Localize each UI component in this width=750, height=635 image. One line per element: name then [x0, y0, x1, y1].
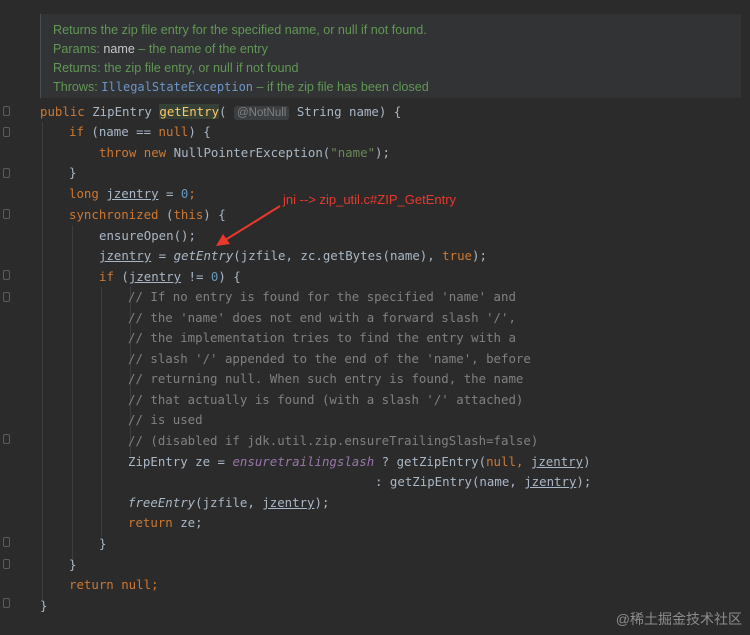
- code-line: }: [69, 165, 77, 180]
- comment-line: // If no entry is found for the specifie…: [128, 289, 516, 304]
- comment-line: // (disabled if jdk.util.zip.ensureTrail…: [128, 433, 539, 448]
- code-line: }: [69, 557, 77, 572]
- watermark: @稀土掘金技术社区: [615, 611, 742, 627]
- method-name: getEntry: [159, 104, 220, 119]
- comment-line: // the 'name' does not end with a forwar…: [128, 310, 516, 325]
- code-line: if (jzentry != 0) {: [99, 269, 241, 284]
- doc-summary: Returns the zip file entry for the speci…: [53, 23, 427, 37]
- fold-marker-icon[interactable]: [3, 127, 10, 137]
- fold-marker-icon[interactable]: [3, 598, 10, 608]
- code-line: freeEntry(jzfile, jzentry);: [128, 495, 330, 510]
- fold-marker-icon[interactable]: [3, 209, 10, 219]
- code-line: }: [40, 598, 48, 613]
- doc-throws: Throws: IllegalStateException – if the z…: [53, 80, 429, 94]
- fold-marker-icon[interactable]: [3, 270, 10, 280]
- code-line: return ze;: [128, 515, 203, 530]
- comment-line: // that actually is found (with a slash …: [128, 392, 524, 407]
- code-line: return null;: [69, 577, 159, 592]
- indent-guide: [42, 122, 43, 600]
- code-line: ensureOpen();: [99, 228, 196, 243]
- comment-line: // slash '/' appended to the end of the …: [128, 351, 531, 366]
- comment-line: // the implementation tries to find the …: [128, 330, 516, 345]
- editor-gutter: [0, 0, 16, 635]
- fold-marker-icon[interactable]: [3, 168, 10, 178]
- code-line: public ZipEntry getEntry( @NotNull Strin…: [40, 104, 402, 120]
- code-line: }: [99, 536, 107, 551]
- comment-line: // returning null. When such entry is fo…: [128, 371, 524, 386]
- code-line: synchronized (this) {: [69, 207, 226, 222]
- jni-annotation: jni --> zip_util.c#ZIP_GetEntry: [283, 192, 457, 207]
- fold-marker-icon[interactable]: [3, 106, 10, 116]
- code-line: : getZipEntry(name, jzentry);: [375, 474, 592, 489]
- indent-guide: [101, 287, 102, 537]
- code-line: if (name == null) {: [69, 124, 211, 139]
- code-line: jzentry = getEntry(jzfile, zc.getBytes(n…: [99, 248, 487, 263]
- fold-marker-icon[interactable]: [3, 434, 10, 444]
- notnull-hint: @NotNull: [233, 106, 290, 120]
- fold-marker-icon[interactable]: [3, 537, 10, 547]
- exception-link[interactable]: IllegalStateException: [101, 80, 253, 94]
- code-line: throw new NullPointerException("name");: [99, 145, 390, 160]
- doc-returns: Returns: the zip file entry, or null if …: [53, 61, 299, 75]
- fold-marker-icon[interactable]: [3, 292, 10, 302]
- comment-line: // is used: [128, 412, 203, 427]
- annotation-arrow-icon: [216, 205, 281, 246]
- doc-params: Params: name – the name of the entry: [53, 42, 268, 56]
- code-line: long jzentry = 0;: [69, 186, 196, 201]
- indent-guide: [72, 225, 73, 565]
- code-editor[interactable]: Returns the zip file entry for the speci…: [0, 0, 750, 635]
- code-line: ZipEntry ze = ensuretrailingslash ? getZ…: [128, 454, 591, 469]
- fold-marker-icon[interactable]: [3, 559, 10, 569]
